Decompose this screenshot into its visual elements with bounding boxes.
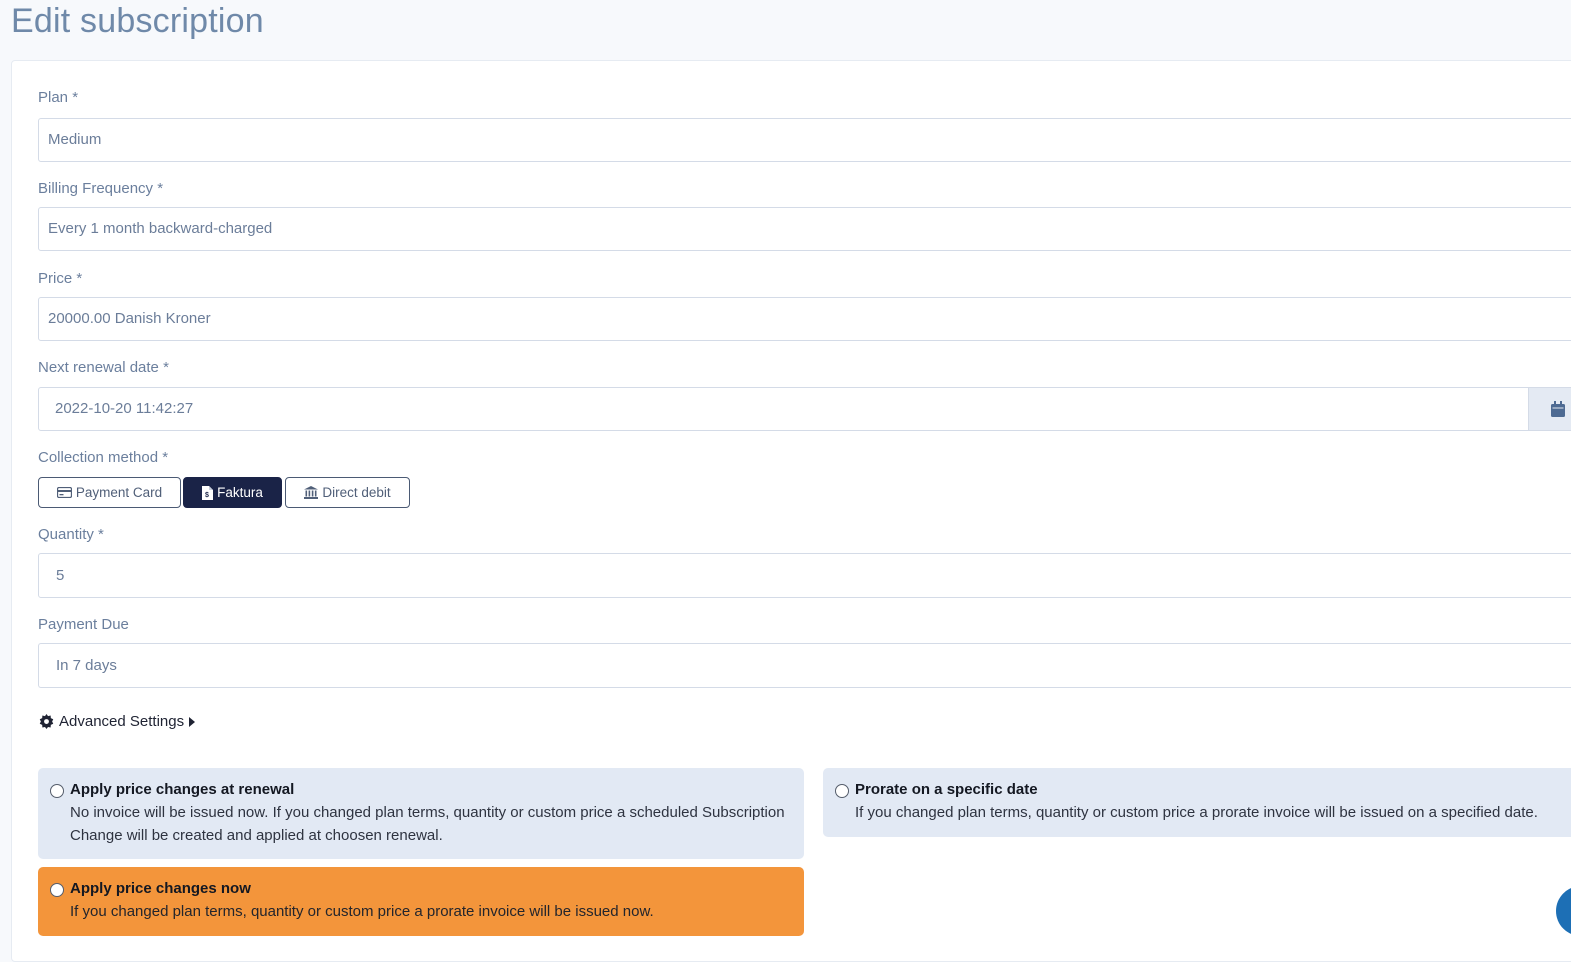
apply-at-renewal-radio[interactable]	[50, 784, 64, 798]
option-description: If you changed plan terms, quantity or c…	[70, 903, 654, 920]
faktura-label: Faktura	[217, 485, 263, 500]
option-title: Apply price changes now	[70, 880, 251, 897]
payment-due-value: In 7 days	[56, 657, 117, 674]
option-prorate-specific-date[interactable]: Prorate on a specific date If you change…	[823, 768, 1571, 837]
quantity-value: 5	[56, 567, 65, 584]
page-title: Edit subscription	[11, 2, 264, 40]
quantity-label: Quantity *	[38, 526, 104, 543]
plan-value: Medium	[48, 131, 102, 148]
payment-card-button[interactable]: Payment Card	[38, 477, 181, 508]
next-renewal-value: 2022-10-20 11:42:27	[55, 400, 194, 417]
direct-debit-button[interactable]: Direct debit	[285, 477, 410, 508]
bank-icon	[304, 486, 319, 499]
option-description: If you changed plan terms, quantity or c…	[855, 804, 1538, 821]
faktura-button[interactable]: $ Faktura	[183, 477, 282, 508]
billing-frequency-label: Billing Frequency *	[38, 180, 164, 197]
credit-card-icon	[56, 487, 72, 498]
next-renewal-input[interactable]: 2022-10-20 11:42:27	[38, 387, 1529, 431]
collection-method-label: Collection method *	[38, 449, 169, 466]
advanced-settings-label: Advanced Settings	[59, 713, 185, 730]
billing-frequency-select[interactable]: Every 1 month backward-charged	[38, 207, 1571, 251]
invoice-file-icon: $	[202, 485, 214, 500]
price-label: Price *	[38, 270, 83, 287]
svg-text:$: $	[205, 492, 209, 499]
price-select[interactable]: 20000.00 Danish Kroner	[38, 297, 1571, 341]
option-title: Apply price changes at renewal	[70, 781, 295, 798]
advanced-settings-toggle[interactable]: Advanced Settings	[39, 713, 196, 730]
caret-right-icon	[189, 716, 196, 727]
plan-select[interactable]: Medium	[38, 118, 1571, 162]
gear-icon	[39, 714, 54, 729]
option-apply-now[interactable]: Apply price changes now If you changed p…	[38, 867, 804, 936]
plan-label: Plan *	[38, 89, 79, 106]
prorate-specific-date-radio[interactable]	[835, 784, 849, 798]
payment-due-label: Payment Due	[38, 616, 129, 633]
option-apply-at-renewal[interactable]: Apply price changes at renewal No invoic…	[38, 768, 804, 859]
payment-due-select[interactable]: In 7 days	[38, 643, 1571, 688]
payment-card-label: Payment Card	[75, 485, 163, 500]
calendar-icon	[1551, 401, 1565, 417]
option-title: Prorate on a specific date	[855, 781, 1038, 798]
calendar-button[interactable]	[1528, 387, 1571, 431]
option-description: No invoice will be issued now. If you ch…	[70, 804, 785, 844]
billing-frequency-value: Every 1 month backward-charged	[48, 220, 273, 237]
direct-debit-label: Direct debit	[322, 485, 391, 500]
apply-now-radio[interactable]	[50, 883, 64, 897]
price-value: 20000.00 Danish Kroner	[48, 310, 211, 327]
next-renewal-label: Next renewal date *	[38, 359, 169, 376]
quantity-input[interactable]: 5	[38, 553, 1571, 598]
